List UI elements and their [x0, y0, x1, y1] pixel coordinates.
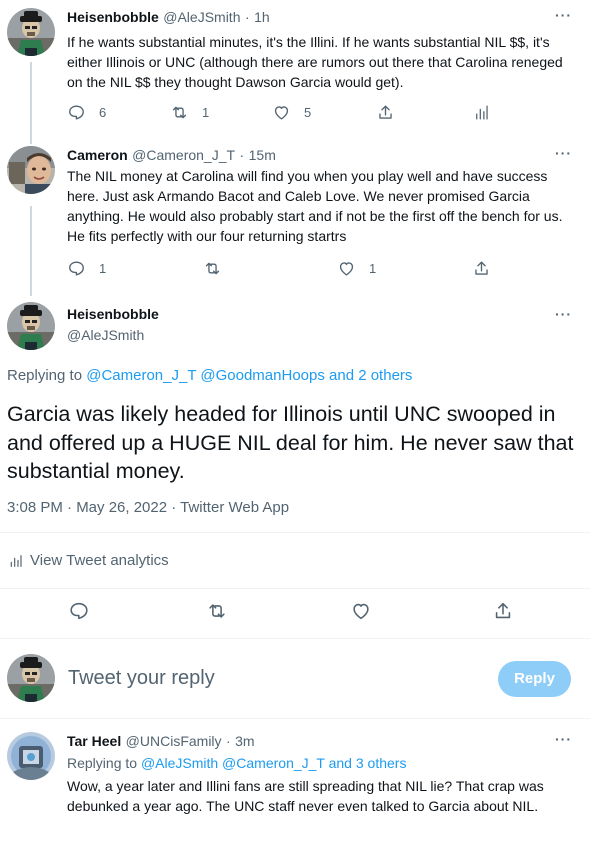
avatar-heisenbobble-main[interactable]: [7, 302, 55, 350]
tweet2-more-icon[interactable]: ···: [555, 145, 572, 161]
divider-3: [0, 638, 590, 639]
tweet1-text: If he wants substantial minutes, it's th…: [67, 34, 563, 90]
tweet2-share-button[interactable]: [472, 259, 491, 278]
share-icon: [475, 261, 488, 275]
main-tweet-display-name[interactable]: Heisenbobble: [67, 306, 159, 322]
tweet1-display-name[interactable]: Heisenbobble: [67, 9, 159, 25]
view-analytics-label: View Tweet analytics: [30, 552, 169, 569]
tweet2-like-button[interactable]: 1: [337, 259, 376, 278]
main-retweet-button[interactable]: [206, 600, 228, 622]
main-tweet-text: Garcia was likely headed for Illinois un…: [7, 402, 574, 483]
share-icon: [379, 105, 392, 119]
retweet-icon: [172, 106, 187, 119]
reply-submit-button[interactable]: Reply: [498, 661, 571, 697]
main-share-button[interactable]: [492, 600, 514, 622]
view-analytics-link[interactable]: View Tweet analytics: [8, 552, 169, 569]
tweet1-retweet-button[interactable]: 1: [170, 103, 209, 122]
retweet-icon: [205, 262, 220, 275]
tweet3-text: Wow, a year later and Illini fans are st…: [67, 778, 544, 814]
tweet3-handle[interactable]: @UNCisFamily: [126, 733, 222, 749]
main-tweet-more-icon[interactable]: ···: [555, 306, 572, 322]
main-reply-button[interactable]: [68, 600, 90, 622]
tweet3-replying-prefix: Replying to: [67, 755, 138, 771]
tweet2-separator: ·: [239, 147, 245, 163]
divider-2: [0, 588, 590, 589]
tweet3-display-name[interactable]: Tar Heel: [67, 733, 121, 749]
replying-to-users[interactable]: @Cameron_J_T @GoodmanHoops and 2 others: [86, 367, 412, 384]
tweet3-time[interactable]: 3m: [235, 733, 254, 749]
share-icon: [495, 602, 511, 619]
reply-input[interactable]: Tweet your reply: [68, 667, 215, 690]
divider-4: [0, 718, 590, 719]
like-icon: [353, 603, 369, 620]
retweet-icon: [209, 604, 225, 618]
tweet2-text: The NIL money at Carolina will find you …: [67, 168, 563, 244]
tweet1-more-icon[interactable]: ···: [555, 7, 572, 23]
tweet3-header: Tar Heel @UNCisFamily · 3m: [67, 733, 255, 751]
reply-icon: [69, 105, 84, 120]
like-icon: [339, 262, 354, 276]
analytics-icon: [476, 105, 488, 120]
main-tweet-replying: Replying to @Cameron_J_T @GoodmanHoops a…: [7, 367, 412, 384]
tweet1-header: Heisenbobble @AleJSmith · 1h: [67, 9, 270, 27]
tweet1-handle[interactable]: @AleJSmith: [163, 9, 240, 25]
tweet1-like-count: 5: [304, 105, 312, 120]
tweet1-analytics-button[interactable]: [472, 103, 491, 122]
avatar-heisenbobble[interactable]: [7, 8, 55, 56]
main-like-button[interactable]: [350, 600, 372, 622]
tweet2-display-name[interactable]: Cameron: [67, 147, 128, 163]
reply-icon: [69, 261, 84, 276]
thread-line-2: [30, 206, 32, 296]
heisenbobble-avatar-image: [7, 654, 55, 702]
tarheel-avatar-image: [7, 732, 55, 780]
tweet1-share-button[interactable]: [376, 103, 395, 122]
tweet1-reply-count: 6: [99, 105, 107, 120]
avatar-cameron[interactable]: [7, 146, 55, 194]
main-tweet-timestamp[interactable]: 3:08 PM · May 26, 2022 · Twitter Web App: [7, 499, 289, 516]
tweet2-retweet-button[interactable]: [203, 259, 235, 278]
main-tweet-handle[interactable]: @AleJSmith: [67, 327, 144, 343]
tweet1-like-button[interactable]: 5: [272, 103, 311, 122]
tweet3-separator: ·: [226, 733, 231, 749]
thread-line-1: [30, 62, 32, 144]
tweet2-like-count: 1: [369, 261, 377, 276]
heisenbobble-avatar-image: [7, 302, 55, 350]
tweet2-header: Cameron @Cameron_J_T · 15m: [67, 147, 276, 165]
tweet1-reply-button[interactable]: 6: [67, 103, 106, 122]
tweet2-handle[interactable]: @Cameron_J_T: [132, 147, 235, 163]
avatar-composer[interactable]: [7, 654, 55, 702]
replying-to-prefix: Replying to: [7, 367, 83, 384]
tweet2-time[interactable]: 15m: [249, 147, 276, 163]
tweet1-separator: ·: [244, 9, 250, 25]
reply-icon: [70, 602, 88, 620]
tweet3-replying-users[interactable]: @AleJSmith @Cameron_J_T and 3 others: [141, 755, 407, 771]
tweet1-retweet-count: 1: [202, 105, 210, 120]
avatar-tarheel[interactable]: [7, 732, 55, 780]
cameron-avatar-image: [7, 146, 55, 194]
like-icon: [274, 106, 289, 120]
tweet2-reply-count: 1: [99, 261, 107, 276]
analytics-icon: [10, 554, 22, 567]
tweet1-time[interactable]: 1h: [254, 9, 270, 25]
divider-1: [0, 532, 590, 533]
tweet3-replying: Replying to @AleJSmith @Cameron_J_T and …: [67, 755, 406, 771]
tweet2-reply-button[interactable]: 1: [67, 259, 106, 278]
heisenbobble-avatar-image: [7, 8, 55, 56]
tweet3-more-icon[interactable]: ···: [555, 731, 572, 747]
